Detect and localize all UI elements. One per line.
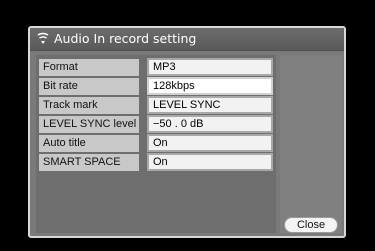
setting-row-auto-title[interactable]: Auto title On xyxy=(39,134,273,152)
setting-value-bit-rate[interactable]: 128kbps xyxy=(147,77,273,95)
setting-row-track-mark[interactable]: Track mark LEVEL SYNC xyxy=(39,96,273,114)
setting-row-level-sync-level[interactable]: LEVEL SYNC level −50 . 0 dB xyxy=(39,115,273,133)
dialog-title: Audio In record setting xyxy=(54,31,197,46)
setting-label-bit-rate: Bit rate xyxy=(39,78,139,95)
dialog-title-bar: Audio In record setting xyxy=(30,28,344,51)
setting-value-auto-title[interactable]: On xyxy=(147,134,273,152)
setting-label-level-sync-level: LEVEL SYNC level xyxy=(39,116,139,133)
setting-label-track-mark: Track mark xyxy=(39,97,139,114)
audio-in-icon xyxy=(36,32,50,46)
setting-row-smart-space[interactable]: SMART SPACE On xyxy=(39,153,273,171)
setting-label-smart-space: SMART SPACE xyxy=(39,154,139,171)
setting-row-bit-rate[interactable]: Bit rate 128kbps xyxy=(39,77,273,95)
screen: Audio In record setting Format MP3 Bit r… xyxy=(0,0,375,251)
setting-label-format: Format xyxy=(39,59,139,76)
setting-value-level-sync-level[interactable]: −50 . 0 dB xyxy=(147,115,273,133)
setting-row-format[interactable]: Format MP3 xyxy=(39,58,273,76)
audio-in-record-setting-dialog: Audio In record setting Format MP3 Bit r… xyxy=(28,26,346,238)
setting-value-track-mark[interactable]: LEVEL SYNC xyxy=(147,96,273,114)
side-panel xyxy=(280,55,342,233)
setting-value-format[interactable]: MP3 xyxy=(147,58,273,76)
settings-panel: Format MP3 Bit rate 128kbps Track mark L… xyxy=(36,55,276,233)
setting-label-auto-title: Auto title xyxy=(39,135,139,152)
close-button[interactable]: Close xyxy=(284,217,338,233)
setting-value-smart-space[interactable]: On xyxy=(147,153,273,171)
